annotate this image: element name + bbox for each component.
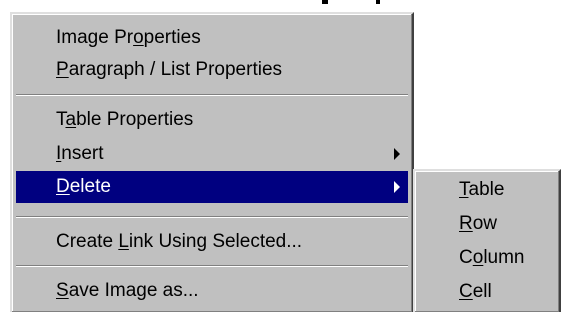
menu-item-delete[interactable]: Delete [16, 171, 408, 203]
menu-item-label: Save Image as... [56, 280, 199, 301]
menu-item-label: Row [459, 213, 498, 234]
submenu-item-cell[interactable]: Cell [419, 275, 555, 309]
background-fragment [376, 0, 380, 4]
menu-item-label: Create Link Using Selected... [56, 231, 303, 252]
menu-separator [16, 94, 408, 96]
submenu-item-column[interactable]: Column [419, 241, 555, 275]
chevron-right-icon [394, 181, 400, 193]
menu-item-label: Column [459, 247, 525, 268]
menu-item-table-properties[interactable]: Table Properties [16, 104, 408, 136]
menu-item-label: Table [459, 179, 505, 200]
background-fragment [322, 0, 328, 4]
chevron-right-icon [394, 148, 400, 160]
menu-item-label: Paragraph / List Properties [56, 59, 283, 80]
menu-separator [16, 265, 408, 267]
menu-item-label: Table Properties [56, 109, 194, 130]
menu-item-create-link[interactable]: Create Link Using Selected... [16, 226, 408, 258]
menu-item-save-image-as[interactable]: Save Image as... [16, 275, 408, 307]
menu-item-label: Insert [56, 143, 104, 164]
menu-item-label: Image Properties [56, 27, 201, 48]
menu-separator [16, 216, 408, 218]
menu-item-image-properties[interactable]: Image Properties [16, 22, 408, 54]
submenu-item-row[interactable]: Row [419, 207, 555, 241]
menu-item-insert[interactable]: Insert [16, 138, 408, 170]
screen: Image Properties Paragraph / List Proper… [0, 0, 565, 312]
menu-item-paragraph-list-properties[interactable]: Paragraph / List Properties [16, 54, 408, 86]
submenu-item-table[interactable]: Table [419, 173, 555, 207]
delete-submenu: Table Row Column Cell [413, 169, 561, 312]
menu-item-label: Cell [459, 281, 492, 302]
menu-item-label: Delete [56, 176, 111, 197]
context-menu: Image Properties Paragraph / List Proper… [10, 12, 414, 312]
